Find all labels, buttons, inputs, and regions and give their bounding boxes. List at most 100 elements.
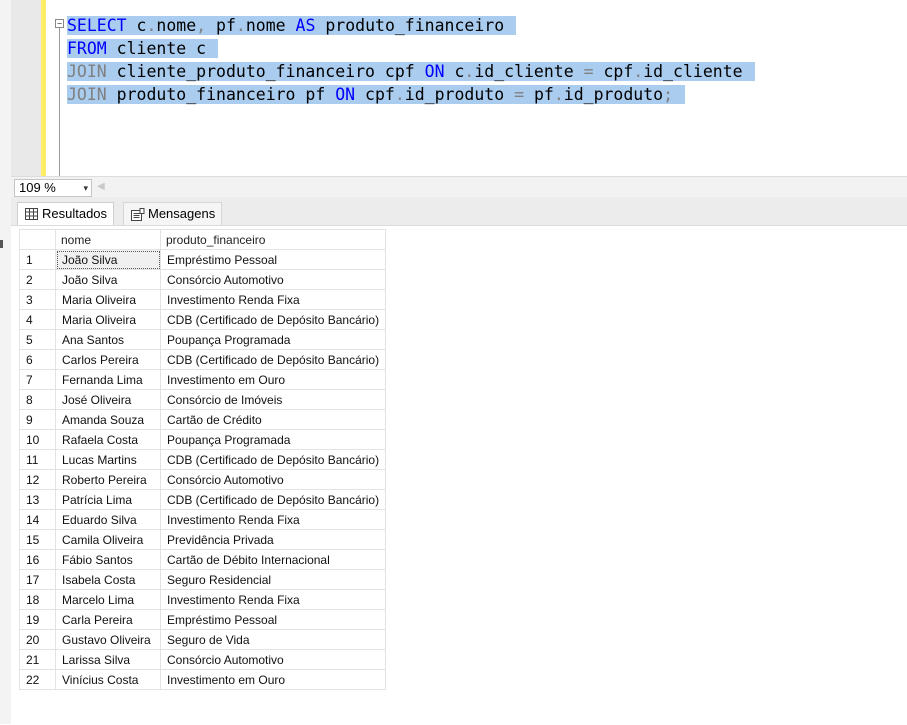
nome-cell[interactable]: José Oliveira [55, 389, 161, 410]
row-number-cell[interactable]: 6 [19, 349, 56, 370]
nome-cell[interactable]: João Silva [55, 269, 161, 290]
produto-financeiro-cell[interactable]: Investimento Renda Fixa [159, 289, 387, 310]
row-number-cell[interactable]: 9 [19, 409, 56, 430]
produto-financeiro-cell[interactable]: CDB (Certificado de Depósito Bancário) [159, 309, 387, 330]
produto-financeiro-cell[interactable]: Investimento em Ouro [159, 369, 387, 390]
code-line[interactable]: SELECT c.nome, pf.nome AS produto_financ… [67, 14, 755, 37]
produto-financeiro-cell[interactable]: Consórcio Automotivo [159, 469, 387, 490]
row-number-cell[interactable]: 5 [19, 329, 56, 350]
row-number-cell[interactable]: 17 [19, 569, 56, 590]
produto-financeiro-cell[interactable]: Seguro Residencial [159, 569, 387, 590]
code-line[interactable]: JOIN cliente_produto_financeiro cpf ON c… [67, 60, 755, 83]
produto-financeiro-cell[interactable]: Poupança Programada [159, 429, 387, 450]
row-number-cell[interactable]: 4 [19, 309, 56, 330]
scroll-left-icon[interactable]: ◀ [97, 181, 105, 192]
table-row[interactable]: 15 Camila Oliveira Previdência Privada [19, 529, 387, 550]
tab-results[interactable]: Resultados [17, 202, 115, 225]
table-row[interactable]: 7 Fernanda Lima Investimento em Ouro [19, 369, 387, 390]
row-number-cell[interactable]: 22 [19, 669, 56, 690]
nome-cell[interactable]: Lucas Martins [55, 449, 161, 470]
row-number-cell[interactable]: 11 [19, 449, 56, 470]
produto-financeiro-cell[interactable]: Empréstimo Pessoal [159, 249, 387, 270]
nome-cell[interactable]: Carlos Pereira [55, 349, 161, 370]
produto-financeiro-cell[interactable]: Consórcio de Imóveis [159, 389, 387, 410]
nome-cell[interactable]: Maria Oliveira [55, 309, 161, 330]
produto-financeiro-cell[interactable]: Cartão de Débito Internacional [159, 549, 387, 570]
row-number-cell[interactable]: 18 [19, 589, 56, 610]
row-number-cell[interactable]: 10 [19, 429, 56, 450]
produto-financeiro-cell[interactable]: Investimento Renda Fixa [159, 509, 387, 530]
nome-cell[interactable]: Larissa Silva [55, 649, 161, 670]
row-number-cell[interactable]: 3 [19, 289, 56, 310]
nome-cell[interactable]: Isabela Costa [55, 569, 161, 590]
produto-financeiro-cell[interactable]: Seguro de Vida [159, 629, 387, 650]
produto-financeiro-cell[interactable]: Poupança Programada [159, 329, 387, 350]
sql-code[interactable]: SELECT c.nome, pf.nome AS produto_financ… [67, 14, 755, 106]
row-number-cell[interactable]: 20 [19, 629, 56, 650]
row-number-cell[interactable]: 19 [19, 609, 56, 630]
code-line[interactable]: FROM cliente c [67, 37, 755, 60]
nome-cell[interactable]: Fábio Santos [55, 549, 161, 570]
produto-financeiro-cell[interactable]: Investimento Renda Fixa [159, 589, 387, 610]
nome-cell[interactable]: João Silva [55, 249, 161, 270]
table-row[interactable]: 4 Maria Oliveira CDB (Certificado de Depós… [19, 309, 387, 330]
row-number-cell[interactable]: 12 [19, 469, 56, 490]
produto-financeiro-cell[interactable]: Cartão de Crédito [159, 409, 387, 430]
row-number-cell[interactable]: 21 [19, 649, 56, 670]
table-row[interactable]: 19 Carla Pereira Empréstimo Pessoal [19, 609, 387, 630]
nome-cell[interactable]: Rafaela Costa [55, 429, 161, 450]
nome-cell[interactable]: Maria Oliveira [55, 289, 161, 310]
table-row[interactable]: 8 José Oliveira Consórcio de Imóveis [19, 389, 387, 410]
table-row[interactable]: 5 Ana Santos Poupança Programada [19, 329, 387, 350]
produto-financeiro-cell[interactable]: CDB (Certificado de Depósito Bancário) [159, 489, 387, 510]
nome-cell[interactable]: Vinícius Costa [55, 669, 161, 690]
results-table[interactable]: nome produto_financeiro 1 João Silva Empré… [19, 229, 387, 690]
produto-financeiro-cell[interactable]: CDB (Certificado de Depósito Bancário) [159, 449, 387, 470]
nome-cell[interactable]: Ana Santos [55, 329, 161, 350]
produto-financeiro-cell[interactable]: Consórcio Automotivo [159, 269, 387, 290]
row-number-cell[interactable]: 2 [19, 269, 56, 290]
column-header-nome[interactable]: nome [55, 229, 161, 250]
nome-cell[interactable]: Eduardo Silva [55, 509, 161, 530]
produto-financeiro-cell[interactable]: Previdência Privada [159, 529, 387, 550]
table-row[interactable]: 16 Fábio Santos Cartão de Débito Internaci… [19, 549, 387, 570]
table-row[interactable]: 17 Isabela Costa Seguro Residencial [19, 569, 387, 590]
row-number-cell[interactable]: 14 [19, 509, 56, 530]
produto-financeiro-cell[interactable]: Consórcio Automotivo [159, 649, 387, 670]
results-grid[interactable]: nome produto_financeiro 1 João Silva Empré… [11, 225, 907, 725]
row-number-header[interactable] [19, 229, 56, 250]
tab-messages[interactable]: Mensagens [123, 202, 223, 225]
row-number-cell[interactable]: 16 [19, 549, 56, 570]
table-row[interactable]: 13 Patrícia Lima CDB (Certificado de Depós… [19, 489, 387, 510]
produto-financeiro-cell[interactable]: CDB (Certificado de Depósito Bancário) [159, 349, 387, 370]
row-number-cell[interactable]: 8 [19, 389, 56, 410]
nome-cell[interactable]: Patrícia Lima [55, 489, 161, 510]
table-row[interactable]: 20 Gustavo Oliveira Seguro de Vida [19, 629, 387, 650]
table-row[interactable]: 18 Marcelo Lima Investimento Renda Fixa [19, 589, 387, 610]
table-row[interactable]: 2 João Silva Consórcio Automotivo [19, 269, 387, 290]
zoom-select[interactable]: 109 % ▾ [14, 179, 92, 197]
table-row[interactable]: 21 Larissa Silva Consórcio Automotivo [19, 649, 387, 670]
table-row[interactable]: 3 Maria Oliveira Investimento Renda Fixa [19, 289, 387, 310]
column-header-produto-financeiro[interactable]: produto_financeiro [159, 229, 387, 250]
nome-cell[interactable]: Fernanda Lima [55, 369, 161, 390]
nome-cell[interactable]: Amanda Souza [55, 409, 161, 430]
row-number-cell[interactable]: 1 [19, 249, 56, 270]
table-row[interactable]: 1 João Silva Empréstimo Pessoal [19, 249, 387, 270]
produto-financeiro-cell[interactable]: Investimento em Ouro [159, 669, 387, 690]
nome-cell[interactable]: Carla Pereira [55, 609, 161, 630]
table-row[interactable]: 22 Vinícius Costa Investimento em Ouro [19, 669, 387, 690]
table-row[interactable]: 14 Eduardo Silva Investimento Renda Fixa [19, 509, 387, 530]
chevron-down-icon[interactable]: ▾ [83, 180, 88, 196]
table-row[interactable]: 10 Rafaela Costa Poupança Programada [19, 429, 387, 450]
table-row[interactable]: 6 Carlos Pereira CDB (Certificado de Depós… [19, 349, 387, 370]
nome-cell[interactable]: Camila Oliveira [55, 529, 161, 550]
table-row[interactable]: 11 Lucas Martins CDB (Certificado de Depós… [19, 449, 387, 470]
row-number-cell[interactable]: 7 [19, 369, 56, 390]
table-row[interactable]: 9 Amanda Souza Cartão de Crédito [19, 409, 387, 430]
nome-cell[interactable]: Gustavo Oliveira [55, 629, 161, 650]
collapse-region-toggle[interactable]: − [55, 19, 64, 28]
row-number-cell[interactable]: 13 [19, 489, 56, 510]
query-editor[interactable]: − SELECT c.nome, pf.nome AS produto_fina… [0, 0, 907, 178]
nome-cell[interactable]: Marcelo Lima [55, 589, 161, 610]
